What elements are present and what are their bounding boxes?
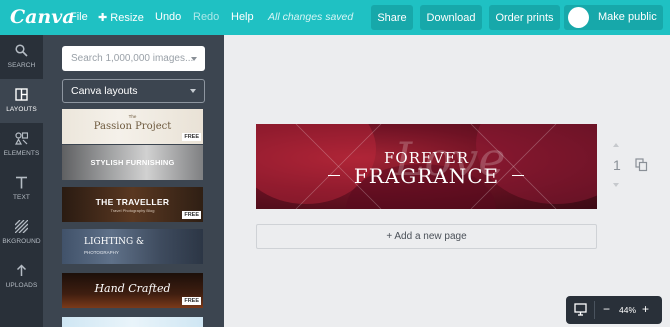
page-number: 1 [613,157,621,173]
resize-icon: ✚ [98,12,108,24]
thumbnail-title: THE TRAVELLER [95,197,170,207]
move-page-up-icon[interactable] [613,143,619,147]
free-badge: FREE [182,211,201,219]
design-heading-line2: FRAGRANCE [353,164,500,188]
layout-thumbnail[interactable]: Hand Crafted FREE [62,273,203,308]
add-new-page-button[interactable]: + Add a new page [256,224,597,249]
rail-uploads[interactable]: UPLOADS [0,255,43,299]
rail-layouts[interactable]: LAYOUTS [0,79,43,123]
background-icon [15,220,28,233]
thumbnail-small-text: The [128,114,137,119]
canva-logo[interactable]: Canva [10,6,75,28]
side-rail: SEARCH LAYOUTS ELEMENTS TEXT BKGROUND UP… [0,35,43,327]
save-status: All changes saved [268,11,354,23]
chevron-down-icon [190,89,196,93]
layout-thumbnail[interactable]: The Passion Project FREE [62,109,203,144]
zoom-out-button[interactable]: − [603,302,610,316]
divider-dash [328,175,340,176]
search-placeholder: Search 1,000,000 images... [71,53,194,64]
thumbnail-title: STYLISH FURNISHING [90,158,175,167]
layout-thumbnail[interactable]: THE TRAVELLER Travel Photography Blog FR… [62,187,203,222]
search-icon [15,44,28,57]
toggle-knob[interactable] [568,7,589,28]
resize-label: Resize [110,12,144,24]
dropdown-value: Canva layouts [71,85,138,97]
rail-label: BKGROUND [2,238,41,245]
zoom-level[interactable]: 44% [619,305,636,315]
elements-icon [15,132,28,145]
present-icon[interactable] [574,303,587,316]
chevron-down-icon [191,57,197,61]
rail-label: LAYOUTS [6,106,37,113]
uploads-icon [16,264,27,276]
redo-button[interactable]: Redo [193,11,219,23]
thumbnail-subtitle: PHOTOGRAPHY [84,250,119,255]
rail-background[interactable]: BKGROUND [0,211,43,255]
copy-page-icon[interactable] [635,158,648,172]
order-prints-button[interactable]: Order prints [489,5,560,30]
rail-search[interactable]: SEARCH [0,35,43,79]
help-menu[interactable]: Help [231,11,254,23]
free-badge: FREE [182,133,201,141]
layout-source-select[interactable]: Canva layouts [62,79,205,103]
make-public-toggle[interactable]: Make public [564,5,663,30]
resize-menu[interactable]: ✚ Resize [98,11,144,24]
layout-thumbnail[interactable]: STYLISH FURNISHING [62,145,203,180]
thumbnail-title: Hand Crafted [94,282,171,295]
share-button[interactable]: Share [371,5,413,30]
rail-label: UPLOADS [5,282,38,289]
design-canvas[interactable]: Love FOREVER FRAGRANCE [256,124,597,209]
layouts-icon [15,88,28,101]
image-search-input[interactable]: Search 1,000,000 images... [62,46,205,71]
rail-label: ELEMENTS [3,150,40,157]
top-bar: Canva File ✚ Resize Undo Redo Help All c… [0,0,670,35]
rail-elements[interactable]: ELEMENTS [0,123,43,167]
rail-text[interactable]: TEXT [0,167,43,211]
rail-label: TEXT [12,194,30,201]
layouts-panel: Search 1,000,000 images... Canva layouts… [43,35,224,327]
layout-thumbnail[interactable]: LIGHTING & PHOTOGRAPHY [62,229,203,264]
divider-dash [512,175,524,176]
download-button[interactable]: Download [420,5,482,30]
undo-button[interactable]: Undo [155,11,181,23]
divider [594,301,595,319]
zoom-controls: − 44% + [566,296,662,324]
thumbnail-title: Passion Project [93,121,172,132]
text-icon [16,176,27,189]
make-public-label: Make public [598,11,657,23]
thumbnail-title: LIGHTING & [84,237,145,247]
free-badge: FREE [182,297,201,305]
file-menu[interactable]: File [70,11,88,23]
zoom-in-button[interactable]: + [642,302,649,316]
move-page-down-icon[interactable] [613,183,619,187]
layout-thumbnail[interactable] [62,317,203,327]
rail-label: SEARCH [7,62,36,69]
